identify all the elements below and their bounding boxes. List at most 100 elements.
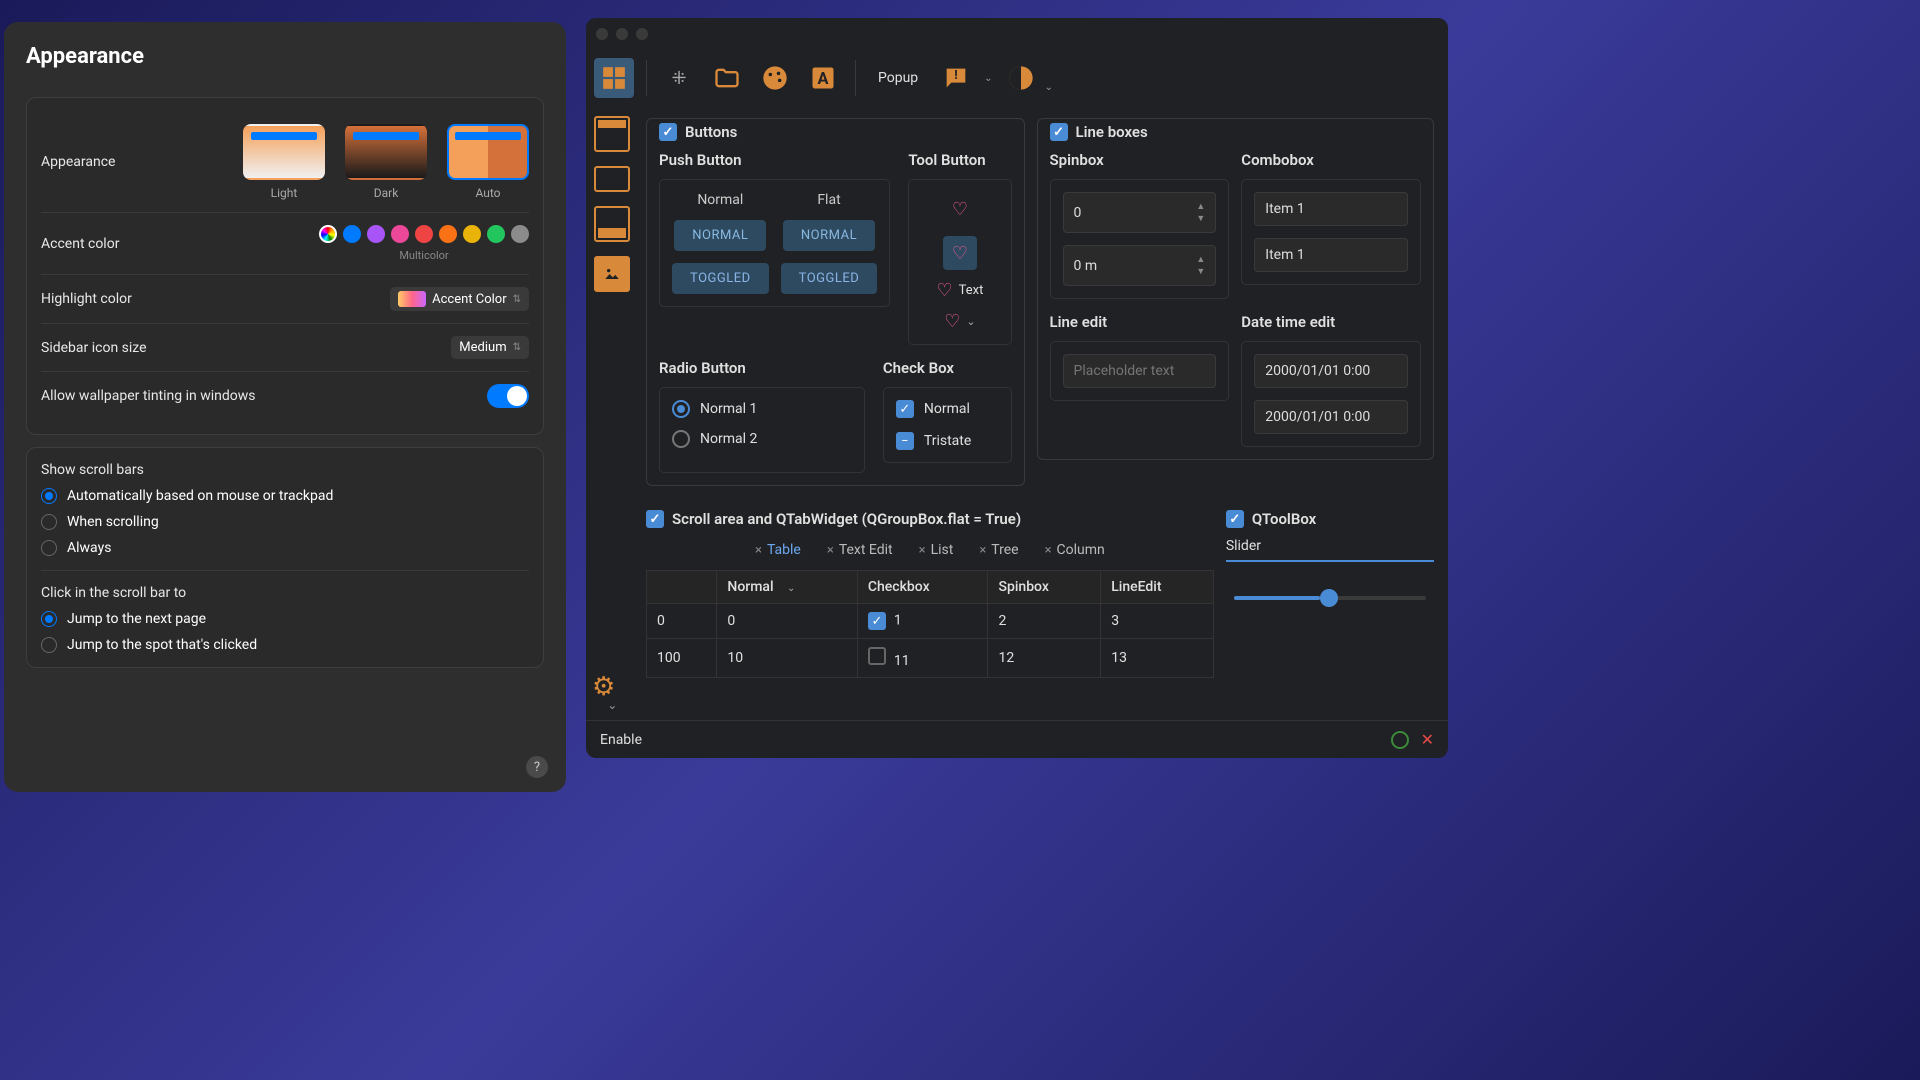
th-normal[interactable]: Normal ⌄	[717, 571, 857, 604]
gear-icon[interactable]: ⚙	[592, 672, 615, 702]
theme-light-label: Light	[271, 186, 298, 200]
sidebar-icon-label: Sidebar icon size	[41, 340, 147, 356]
swatch-orange[interactable]	[439, 225, 457, 243]
theme-dark[interactable]: Dark	[345, 124, 427, 200]
spinbox-1[interactable]: 0▲▼	[1063, 192, 1217, 233]
close-icon[interactable]: ×	[755, 543, 762, 558]
palette-icon[interactable]	[755, 58, 795, 98]
chevron-down-icon[interactable]: ⌄	[1045, 82, 1053, 93]
radio-normal1[interactable]: Normal 1	[672, 400, 852, 418]
swatch-pink[interactable]	[391, 225, 409, 243]
scroll-opt-auto[interactable]: Automatically based on mouse or trackpad	[41, 488, 529, 504]
minimize-dot[interactable]	[616, 28, 628, 40]
radio-icon	[672, 430, 690, 448]
heart-tool[interactable]: ♡	[943, 192, 977, 226]
cell-spinbox[interactable]: 2	[988, 604, 1101, 639]
highlight-value: Accent Color	[432, 292, 507, 307]
maximize-dot[interactable]	[636, 28, 648, 40]
combobox-2[interactable]: Item 1	[1254, 238, 1408, 272]
theme-auto[interactable]: Auto	[447, 124, 529, 200]
close-dot[interactable]	[596, 28, 608, 40]
lineboxes-group: ✓ Line boxes Spinbox 0▲▼ 0 m▲▼	[1037, 118, 1434, 460]
side-toolbar	[586, 106, 638, 720]
lineedit-field[interactable]	[1074, 363, 1206, 379]
popup-combo[interactable]: Popup	[868, 64, 928, 92]
normal-flat-button[interactable]: NORMAL	[783, 220, 875, 251]
chevron-down-icon[interactable]: ⌄	[984, 73, 992, 84]
swatch-yellow[interactable]	[463, 225, 481, 243]
tab-list[interactable]: ×List	[913, 538, 960, 562]
swatch-multicolor[interactable]	[319, 225, 337, 243]
scroll-opt-always[interactable]: Always	[41, 540, 529, 556]
close-icon[interactable]: ×	[827, 543, 834, 558]
checkbox-icon[interactable]	[868, 647, 886, 665]
cell-lineedit[interactable]: 13	[1101, 639, 1214, 678]
scroll-section: ✓ Scroll area and QTabWidget (QGroupBox.…	[646, 510, 1214, 678]
click-opt-next[interactable]: Jump to the next page	[41, 611, 529, 627]
wallpaper-tint-toggle[interactable]	[487, 384, 529, 408]
folder-icon[interactable]	[707, 58, 747, 98]
toggled-button[interactable]: TOGGLED	[672, 263, 769, 294]
tab-table[interactable]: ×Table	[749, 538, 807, 562]
tab-textedit[interactable]: ×Text Edit	[821, 538, 899, 562]
close-icon[interactable]: ×	[1045, 543, 1052, 558]
panel-layout-icon[interactable]	[594, 116, 630, 152]
ok-icon[interactable]	[1391, 731, 1409, 749]
lineedit-input[interactable]	[1063, 354, 1217, 388]
checkbox-title: Check Box	[883, 359, 1012, 377]
bottom-panel-icon[interactable]	[594, 206, 630, 242]
help-button[interactable]: ?	[526, 756, 548, 778]
cell-spinbox[interactable]: 12	[988, 639, 1101, 678]
normal-button[interactable]: NORMAL	[674, 220, 766, 251]
swatch-red[interactable]	[415, 225, 433, 243]
message-icon[interactable]: !	[936, 58, 976, 98]
toolbox-checkbox[interactable]: ✓	[1226, 510, 1244, 528]
tool-button-title: Tool Button	[908, 151, 1011, 169]
highlight-label: Highlight color	[41, 291, 132, 307]
cell-lineedit[interactable]: 3	[1101, 604, 1214, 639]
move-icon[interactable]: ⁜	[659, 58, 699, 98]
close-icon[interactable]: ×	[979, 543, 986, 558]
tab-column[interactable]: ×Column	[1039, 538, 1111, 562]
buttons-group-checkbox[interactable]: ✓	[659, 123, 677, 141]
cell-normal[interactable]: 10	[717, 639, 857, 678]
heart-tool-active[interactable]: ♡	[943, 236, 977, 270]
slider[interactable]	[1234, 596, 1426, 600]
image-icon[interactable]	[594, 256, 630, 292]
font-icon[interactable]: A	[803, 58, 843, 98]
toggled-flat-button[interactable]: TOGGLED	[781, 263, 878, 294]
lineedit-box	[1050, 341, 1230, 401]
combobox-1[interactable]: Item 1	[1254, 192, 1408, 226]
checkbox-normal[interactable]: ✓Normal	[896, 400, 999, 418]
theme-light[interactable]: Light	[243, 124, 325, 200]
checkbox-tristate[interactable]: −Tristate	[896, 432, 999, 450]
heart-text-tool[interactable]: ♡Text	[936, 280, 983, 301]
cell-checkbox[interactable]: ✓1	[857, 604, 988, 639]
datetime-1[interactable]: 2000/01/01 0:00	[1254, 354, 1408, 388]
lineboxes-checkbox[interactable]: ✓	[1050, 123, 1068, 141]
close-icon[interactable]: ✕	[1421, 730, 1434, 749]
scroll-opt-scrolling[interactable]: When scrolling	[41, 514, 529, 530]
swatch-blue[interactable]	[343, 225, 361, 243]
checkbox-icon[interactable]: ✓	[868, 612, 886, 630]
cell-checkbox[interactable]: 11	[857, 639, 988, 678]
cell-normal[interactable]: 0	[717, 604, 857, 639]
grid-tool-icon[interactable]	[594, 58, 634, 98]
radio-normal2[interactable]: Normal 2	[672, 430, 852, 448]
swatch-purple[interactable]	[367, 225, 385, 243]
datetime-2[interactable]: 2000/01/01 0:00	[1254, 400, 1408, 434]
radio-icon	[672, 400, 690, 418]
swatch-green[interactable]	[487, 225, 505, 243]
contrast-icon[interactable]	[1001, 58, 1041, 98]
heart-dropdown-tool[interactable]: ♡⌄	[944, 311, 975, 332]
sidebar-icon-select[interactable]: Medium	[451, 336, 529, 359]
rect-icon[interactable]	[594, 166, 630, 192]
tab-tree[interactable]: ×Tree	[973, 538, 1024, 562]
scroll-checkbox[interactable]: ✓	[646, 510, 664, 528]
spinbox-2[interactable]: 0 m▲▼	[1063, 245, 1217, 286]
swatch-gray[interactable]	[511, 225, 529, 243]
slider-thumb[interactable]	[1320, 589, 1338, 607]
click-opt-spot[interactable]: Jump to the spot that's clicked	[41, 637, 529, 653]
highlight-select[interactable]: Accent Color	[390, 287, 529, 311]
close-icon[interactable]: ×	[919, 543, 926, 558]
